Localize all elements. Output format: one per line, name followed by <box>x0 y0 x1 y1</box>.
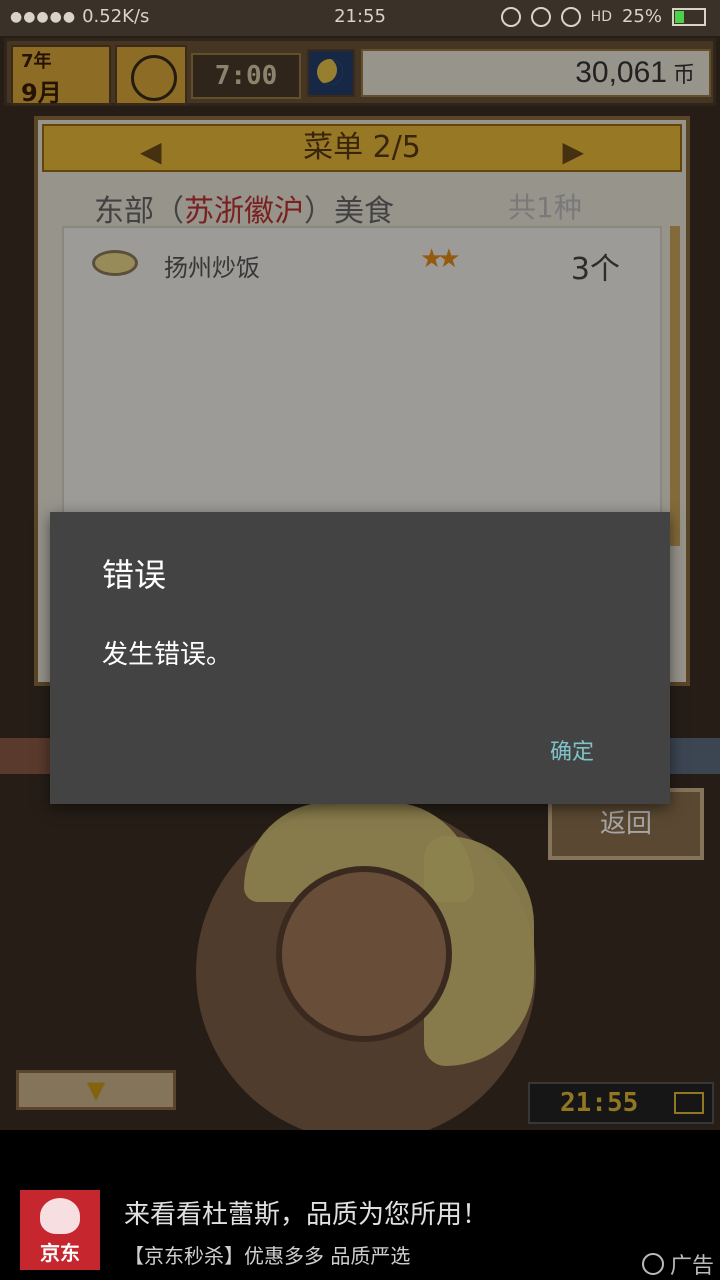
moon-icon <box>560 6 581 27</box>
jd-dog-icon <box>40 1198 80 1234</box>
ad-refresh-icon[interactable] <box>641 1253 664 1275</box>
confirm-button[interactable]: 确定 <box>550 734 594 766</box>
ad-subtitle: 【京东秒杀】优惠多多 品质严选 <box>124 1244 411 1268</box>
error-dialog: 错误 发生错误。 确定 <box>50 512 670 804</box>
ad-banner[interactable]: 京东 来看看杜蕾斯，品质为您所用！ 【京东秒杀】优惠多多 品质严选 广告 <box>0 1130 720 1280</box>
battery-icon <box>672 7 706 26</box>
ad-title: 来看看杜蕾斯，品质为您所用！ <box>124 1200 489 1230</box>
dialog-title: 错误 <box>102 556 167 594</box>
dialog-message: 发生错误。 <box>102 640 233 670</box>
status-bar: ●●●●● 0.52K/s 21:55 HD 25% <box>0 0 720 36</box>
headset-icon <box>500 6 521 27</box>
ad-tag[interactable]: 广告 <box>641 1248 714 1280</box>
ad-tag-label: 广告 <box>669 1254 714 1279</box>
mute-icon <box>530 6 551 27</box>
battery-percent: 25% <box>621 6 662 27</box>
jd-logo-text: 京东 <box>40 1241 80 1265</box>
jd-logo: 京东 <box>20 1190 100 1270</box>
hd-call-icon: HD <box>590 8 612 25</box>
